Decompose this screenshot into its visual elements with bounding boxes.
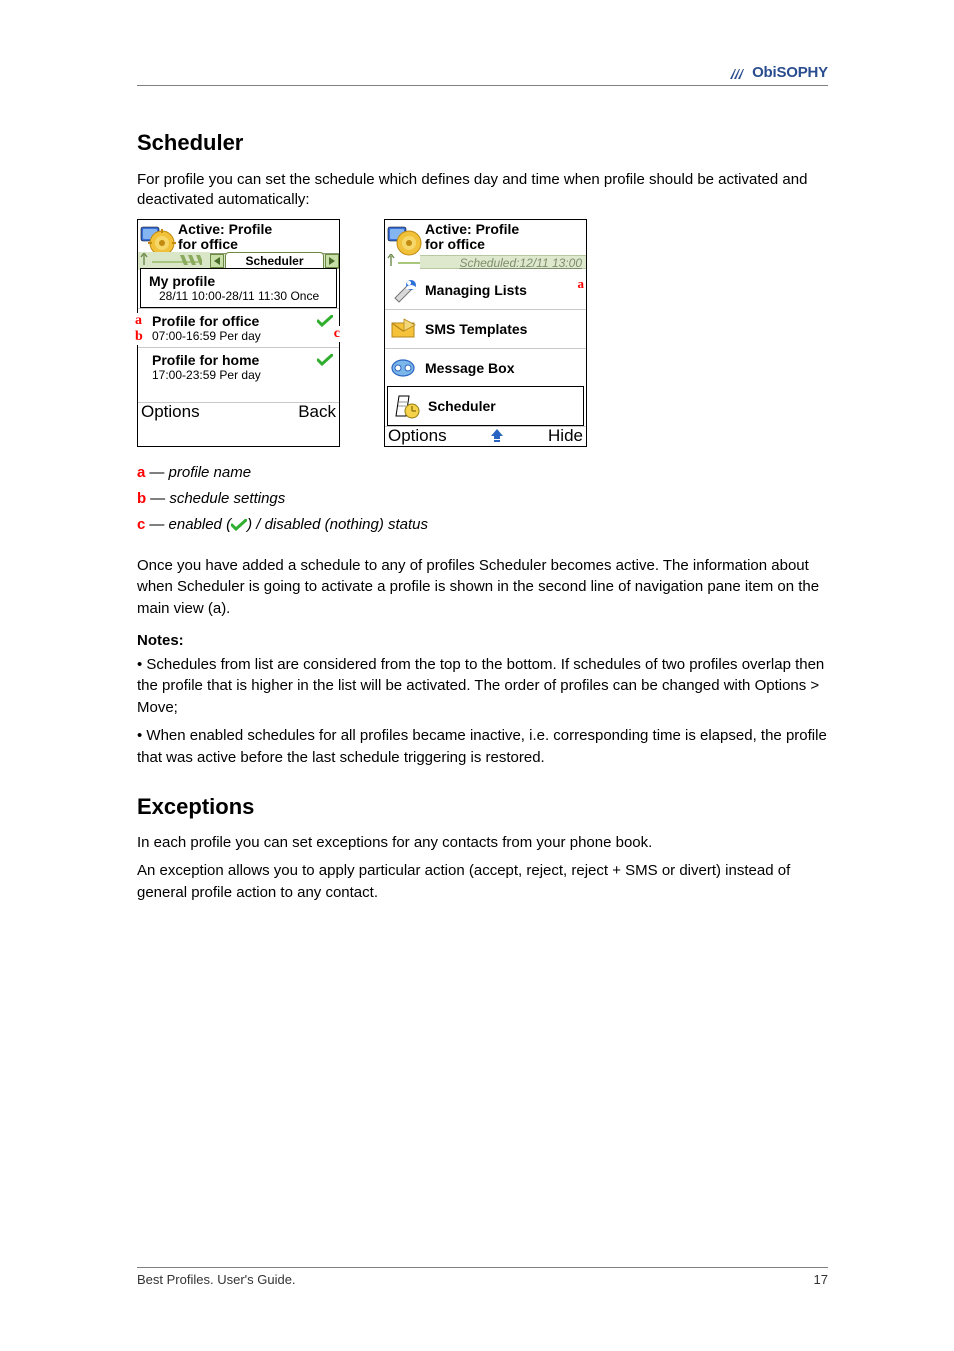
intro-text: For profile you can set the schedule whi… (137, 170, 828, 211)
menu-item-scheduler[interactable]: Scheduler (387, 386, 584, 426)
page-footer: Best Profiles. User's Guide. 17 (137, 1267, 828, 1287)
note-2: When enabled schedules for all profiles … (137, 727, 827, 766)
menu-item-message-box[interactable]: Message Box (385, 348, 586, 387)
brand-name: ObiSOPHY (752, 64, 828, 81)
menu-label: SMS Templates (425, 321, 527, 337)
contacts-icon (389, 276, 417, 304)
profile-time: 07:00-16:59 Per day (146, 329, 333, 343)
tab-arrow-left-icon[interactable] (210, 254, 224, 268)
logo-chevrons-icon (730, 66, 750, 80)
active-profile-line2: for office (178, 236, 272, 251)
active-profile-line2: for office (425, 236, 519, 251)
tab-arrow-right-icon[interactable] (325, 254, 339, 268)
profiles-list: My profile 28/11 10:00-28/11 11:30 Once … (138, 268, 339, 386)
profile-name: Profile for office (146, 313, 333, 329)
page-header: ObiSOPHY (137, 62, 828, 86)
legend-b: b— schedule settings (137, 487, 828, 511)
main-menu-list: Managing Lists SMS Templates (385, 271, 586, 426)
softkey-hide[interactable]: Hide (548, 426, 583, 446)
check-icon (231, 515, 247, 529)
envelope-icon (389, 315, 417, 343)
profile-item[interactable]: Profile for home 17:00-23:59 Per day (138, 347, 339, 386)
callout-a: a (578, 276, 585, 292)
scheduled-line: Scheduled:12/11 13:00 (420, 255, 586, 269)
softkey-options[interactable]: Options (388, 426, 447, 446)
legend-block: a— profile name b— schedule settings c— … (137, 461, 828, 537)
softkeys: Options Back (138, 402, 339, 422)
menu-item-sms-templates[interactable]: SMS Templates (385, 309, 586, 348)
profile-time: 28/11 10:00-28/11 11:30 Once (149, 289, 330, 303)
exceptions-p1: In each profile you can set exceptions f… (137, 832, 828, 854)
explain-paragraph: Once you have added a schedule to any of… (137, 555, 828, 620)
profile-gear-icon (387, 221, 423, 257)
callout-b: b (135, 329, 143, 345)
footer-page-number: 17 (814, 1272, 828, 1287)
softkeys: Options Hide (385, 426, 586, 446)
phone-screenshot-left: Active: Profile for office (137, 219, 340, 447)
softkey-back[interactable]: Back (298, 402, 336, 422)
menu-label: Managing Lists (425, 282, 527, 298)
callout-c: c (334, 326, 340, 342)
profile-item[interactable]: My profile 28/11 10:00-28/11 11:30 Once (140, 268, 337, 308)
profile-item[interactable]: a b c Profile for office 07:00-16:59 Per… (138, 308, 339, 347)
active-profile-line1: Active: Profile (425, 221, 519, 236)
intro-paragraph: For profile you can set the schedule whi… (137, 170, 828, 211)
exceptions-p2: An exception allows you to apply particu… (137, 860, 828, 904)
callout-a: a (135, 313, 142, 329)
clock-calendar-icon (392, 392, 420, 420)
check-icon (317, 353, 333, 365)
phone-statusbar: Active: Profile for office (385, 220, 586, 257)
scroll-up-icon[interactable] (491, 429, 503, 443)
profile-time: 17:00-23:59 Per day (146, 368, 333, 382)
notes-block: Notes: • Schedules from list are conside… (137, 630, 828, 769)
screenshots-row: Active: Profile for office (137, 219, 828, 447)
phone-screenshot-right: Active: Profile for office Scheduled:12/… (384, 219, 587, 447)
legend-a: a— profile name (137, 461, 828, 485)
menu-item-managing-lists[interactable]: Managing Lists (385, 271, 586, 309)
note-1: Schedules from list are considered from … (137, 656, 824, 717)
active-profile-line1: Active: Profile (178, 221, 272, 236)
legend-c: c— enabled () / disabled (nothing) statu… (137, 513, 828, 537)
check-icon (317, 314, 333, 326)
profile-name: Profile for home (146, 352, 333, 368)
section-heading-exceptions: Exceptions (137, 794, 828, 820)
exceptions-body: In each profile you can set exceptions f… (137, 832, 828, 903)
main-heading: Scheduler (137, 130, 828, 156)
notes-title: Notes: (137, 632, 184, 649)
softkey-options[interactable]: Options (141, 402, 200, 422)
footer-left: Best Profiles. User's Guide. (137, 1272, 296, 1287)
menu-label: Scheduler (428, 398, 496, 414)
menu-label: Message Box (425, 360, 514, 376)
brand-logo: ObiSOPHY (730, 64, 828, 81)
tab-bar: Scheduler (138, 253, 339, 269)
tab-scheduler[interactable]: Scheduler (225, 252, 324, 268)
profile-name: My profile (149, 273, 330, 289)
tape-icon (389, 354, 417, 382)
